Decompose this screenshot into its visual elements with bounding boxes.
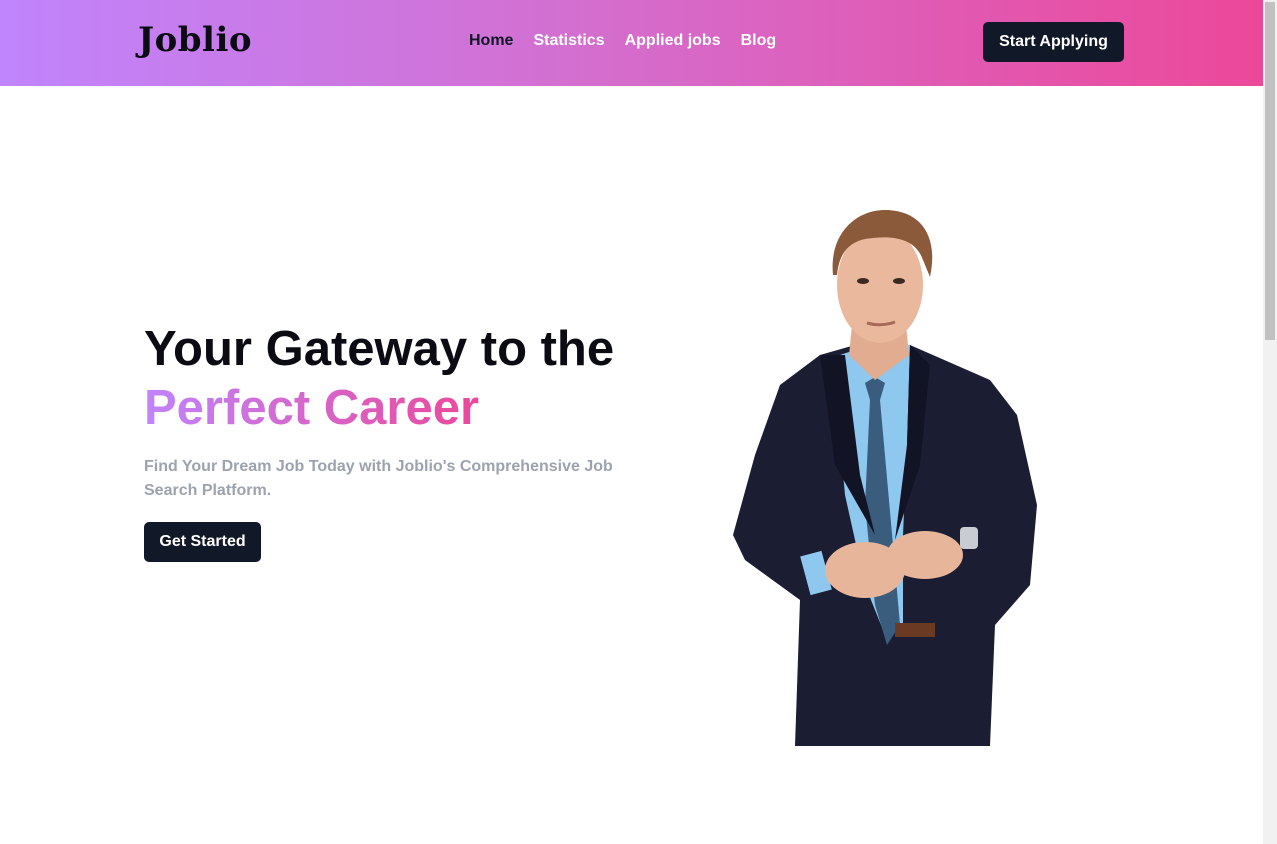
get-started-button[interactable]: Get Started <box>144 522 261 562</box>
page-scrollbar[interactable] <box>1263 0 1277 844</box>
belt <box>895 623 935 637</box>
left-eye <box>857 278 869 284</box>
nav-links: Home Statistics Applied jobs Blog <box>469 32 776 50</box>
right-hand <box>887 531 963 579</box>
watch <box>960 527 978 549</box>
hero-subtitle: Find Your Dream Job Today with Joblio's … <box>144 458 613 499</box>
scrollbar-thumb[interactable] <box>1265 2 1275 340</box>
hero-businessman-image <box>733 209 1037 746</box>
right-eye <box>893 278 905 284</box>
hero-title-line1: Your Gateway to the <box>144 322 615 376</box>
nav-link-blog[interactable]: Blog <box>741 32 777 50</box>
hero-title-accent: Perfect Career <box>144 381 480 435</box>
start-applying-button[interactable]: Start Applying <box>983 22 1124 62</box>
nav-link-home[interactable]: Home <box>469 32 513 50</box>
brand-logo[interactable]: Joblio <box>138 20 252 60</box>
navbar: Joblio Home Statistics Applied jobs Blog… <box>0 0 1263 86</box>
hero-title: Your Gateway to the Perfect Career <box>144 320 614 438</box>
nav-link-applied-jobs[interactable]: Applied jobs <box>625 32 721 50</box>
nav-link-statistics[interactable]: Statistics <box>533 32 604 50</box>
